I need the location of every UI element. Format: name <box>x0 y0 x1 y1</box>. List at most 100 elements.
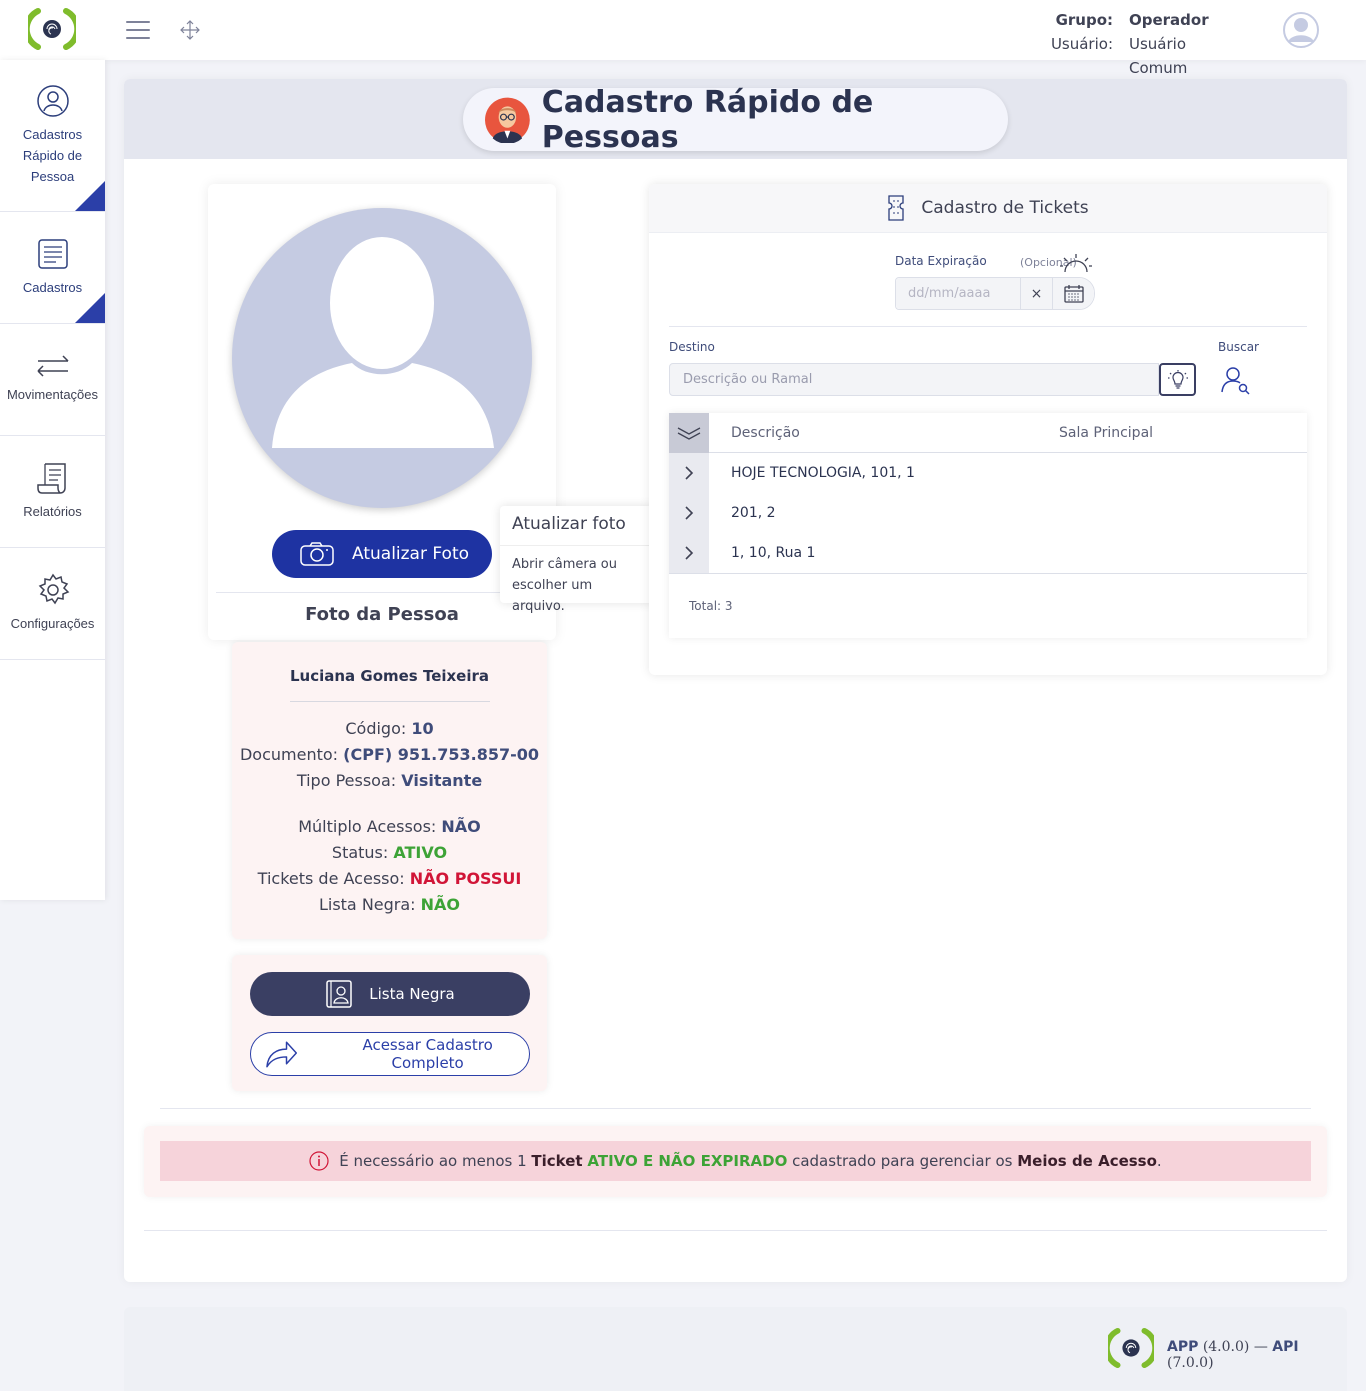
update-photo-label: Atualizar Foto <box>352 544 470 564</box>
active-corner <box>75 293 105 323</box>
person-multiplo: Múltiplo Acessos: NÃO <box>298 817 481 836</box>
clear-date-button[interactable]: × <box>1020 278 1052 309</box>
divider <box>289 701 490 702</box>
expand-all-button[interactable] <box>669 413 709 453</box>
page-title-pill: Cadastro Rápido de Pessoas <box>463 85 1008 155</box>
table-header: Descrição Sala Principal <box>709 413 1307 453</box>
destination-label: Destino <box>669 340 715 354</box>
footer-logo-icon <box>1108 1327 1154 1369</box>
update-photo-button[interactable]: Atualizar Foto <box>272 530 492 578</box>
divider <box>669 326 1307 327</box>
person-tipo: Tipo Pessoa: Visitante <box>296 771 483 790</box>
sidebar-item-label: Movimentações <box>6 387 99 402</box>
sidebar-item-label: Cadastros Rápido de Pessoa <box>22 127 83 184</box>
active-corner <box>75 181 105 211</box>
person-codigo: Código: 10 <box>345 719 434 738</box>
user-label: Usuário: <box>1050 35 1113 53</box>
cell-descricao: 201, 2 <box>731 505 776 521</box>
column-header-sala[interactable]: Sala Principal <box>1059 425 1153 441</box>
person-name: Luciana Gomes Teixeira <box>289 667 490 685</box>
table-row[interactable]: HOJE TECNOLOGIA, 101, 1 <box>709 453 1307 493</box>
chevron-right-icon <box>685 466 694 480</box>
user-value: Usuário Comum <box>1129 35 1188 77</box>
person-lista-negra: Lista Negra: NÃO <box>318 895 461 914</box>
report-scroll-icon <box>36 463 66 494</box>
update-photo-tooltip: Atualizar foto Abrir câmera ou escolher … <box>500 506 653 614</box>
row-expand-button[interactable] <box>669 453 709 493</box>
column-header-descricao[interactable]: Descrição <box>709 425 1059 441</box>
sidebar: Cadastros Rápido de Pessoa Cadastros Mov… <box>0 60 105 900</box>
person-avatar-icon <box>485 97 530 143</box>
search-label: Buscar <box>1218 340 1259 354</box>
version-info: APP (4.0.0) — API (7.0.0) <box>1167 1339 1299 1371</box>
menu-toggle-icon[interactable] <box>126 21 150 39</box>
row-expand-button[interactable] <box>669 533 709 573</box>
blacklist-label: Lista Negra <box>369 985 455 1003</box>
page-title: Cadastro Rápido de Pessoas <box>541 84 874 155</box>
person-status: Status: ATIVO <box>331 843 448 862</box>
sidebar-item-configuracoes[interactable]: Configurações <box>0 548 105 660</box>
chevron-right-icon <box>685 506 694 520</box>
lightbulb-icon <box>1167 369 1188 389</box>
person-tickets: Tickets de Acesso: NÃO POSSUI <box>257 869 522 888</box>
ticket-required-alert: É necessário ao menos 1 Ticket ATIVO E N… <box>160 1141 1311 1181</box>
swap-arrows-icon <box>36 355 69 377</box>
expiration-date-label: Data Expiração <box>895 254 987 268</box>
camera-icon <box>300 542 334 566</box>
row-expand-button[interactable] <box>669 493 709 533</box>
fullscreen-icon[interactable] <box>180 20 200 40</box>
sidebar-item-label: Configurações <box>10 616 95 631</box>
sidebar-item-cadastros[interactable]: Cadastros <box>0 212 105 324</box>
blacklist-button[interactable]: Lista Negra <box>250 972 530 1016</box>
calendar-button[interactable] <box>1052 278 1094 309</box>
gear-icon <box>38 573 69 605</box>
cell-descricao: 1, 10, Rua 1 <box>731 545 816 561</box>
group-value: Operador <box>1129 11 1209 29</box>
share-arrow-icon <box>266 1041 298 1068</box>
form-list-icon <box>37 239 68 269</box>
person-info-card: Luciana Gomes Teixeira Código: 10 Docume… <box>232 642 547 939</box>
tickets-header: Cadastro de Tickets <box>649 184 1327 233</box>
alert-card: É necessário ao menos 1 Ticket ATIVO E N… <box>144 1126 1327 1197</box>
sidebar-item-movimentacoes[interactable]: Movimentações <box>0 324 105 436</box>
top-bar: Grupo: Operador Usuário: Usuário Comum <box>0 0 1366 77</box>
ticket-icon <box>888 195 905 221</box>
footer: APP (4.0.0) — API (7.0.0) <box>124 1307 1347 1391</box>
sidebar-item-cadastros-rapido[interactable]: Cadastros Rápido de Pessoa <box>0 60 105 212</box>
user-circle-icon <box>36 85 69 117</box>
expiration-date-input[interactable] <box>896 278 1020 309</box>
info-circle-icon <box>309 1151 329 1171</box>
full-registration-button[interactable]: Acessar Cadastro Completo <box>250 1032 530 1076</box>
calendar-icon <box>1063 284 1084 303</box>
tooltip-body: Abrir câmera ou escolher um arquivo. <box>512 557 617 614</box>
tooltip-title: Atualizar foto <box>500 506 653 546</box>
id-card-icon <box>326 980 352 1008</box>
destination-input[interactable] <box>669 363 1159 396</box>
table-row[interactable]: 201, 2 <box>709 493 1307 533</box>
destinations-table: Descrição Sala Principal HOJE TECNOLOGIA… <box>669 413 1307 638</box>
divider <box>160 1108 1311 1109</box>
search-user-icon[interactable] <box>1220 364 1252 396</box>
table-expander-column <box>669 413 709 574</box>
user-silhouette-icon <box>272 237 494 448</box>
app-logo-icon[interactable] <box>28 7 76 51</box>
divider <box>216 592 548 593</box>
tickets-title: Cadastro de Tickets <box>921 198 1089 218</box>
page-header: Cadastro Rápido de Pessoas <box>124 79 1347 159</box>
sidebar-item-label: Cadastros <box>22 280 83 295</box>
actions-card: Lista Negra Acessar Cadastro Completo <box>232 955 547 1091</box>
divider <box>144 1230 1327 1231</box>
table-total: Total: 3 <box>689 599 733 613</box>
suggestion-button[interactable] <box>1159 363 1196 396</box>
user-avatar-icon[interactable] <box>1282 11 1320 49</box>
person-documento: Documento: (CPF) 951.753.857-00 <box>239 745 540 764</box>
expiration-date-group: × <box>895 277 1095 310</box>
full-registration-label: Acessar Cadastro Completo <box>362 1036 493 1072</box>
user-info: Grupo: Operador Usuário: Usuário Comum <box>1043 8 1244 80</box>
person-photo-placeholder <box>232 208 532 508</box>
alert-text: É necessário ao menos 1 Ticket ATIVO E N… <box>339 1152 1162 1170</box>
table-row[interactable]: 1, 10, Rua 1 <box>709 533 1307 573</box>
chevrons-down-icon <box>677 427 701 440</box>
sidebar-item-label: Relatórios <box>23 504 82 519</box>
sidebar-item-relatorios[interactable]: Relatórios <box>0 436 105 548</box>
